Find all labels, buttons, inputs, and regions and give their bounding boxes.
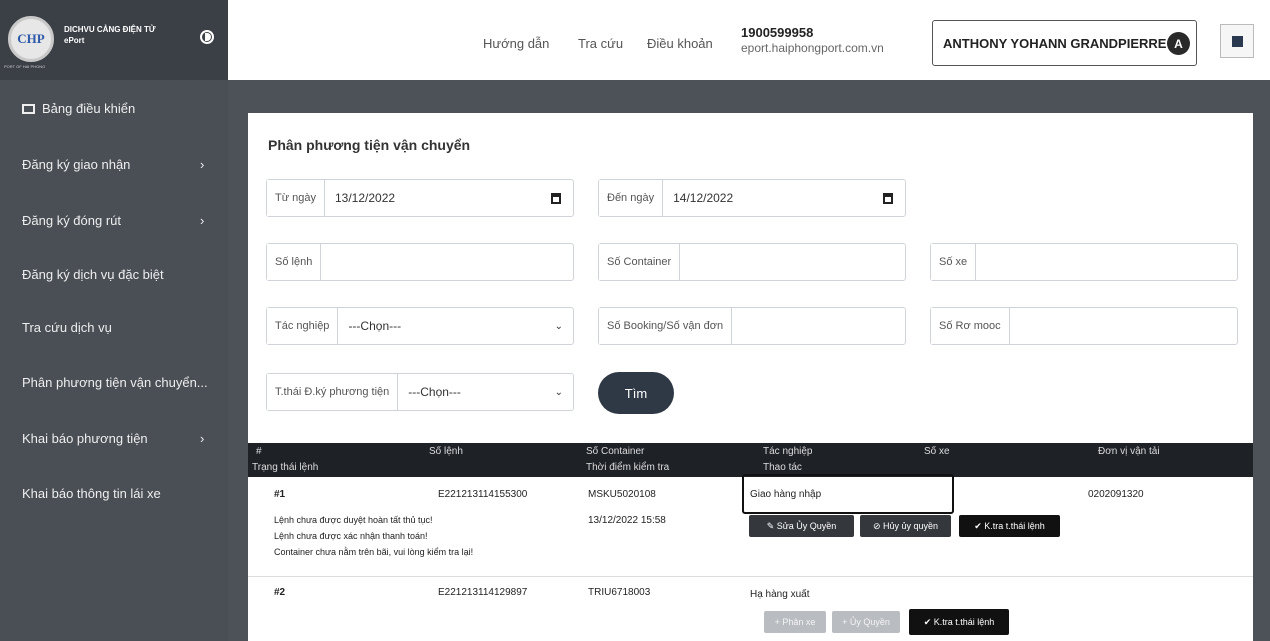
ro-mooc-input[interactable]: Số Rơ mooc [930, 307, 1238, 345]
chevron-down-icon: ⌄ [554, 387, 563, 398]
search-button[interactable]: Tìm [598, 372, 674, 414]
cancel-authorization-button[interactable]: ⊘ Hủy ủy quyền [860, 515, 951, 537]
to-date-field[interactable]: Đến ngày 14/12/2022 [598, 179, 906, 217]
brand-subtitle: PORT OF HAI PHONG [4, 64, 46, 69]
sidebar-item-dashboard[interactable]: Bảng điều khiển [22, 101, 135, 116]
status-message: Lệnh chưa được xác nhận thanh toán! [274, 531, 428, 541]
tac-nghiep-select[interactable]: Tác nghiệp ---Chọn--- ⌄ [266, 307, 574, 345]
status-message: Container chưa nằm trên bãi, vui lòng ki… [274, 547, 474, 557]
assign-vehicle-button[interactable]: + Phân xe [764, 611, 826, 633]
chevron-down-icon: ⌄ [554, 321, 563, 332]
row-divider [248, 576, 1253, 577]
sidebar-item-khai-bao-phuong-tien[interactable]: Khai báo phương tiện [22, 431, 148, 446]
user-menu[interactable]: ANTHONY YOHANN GRANDPIERRE A [932, 20, 1197, 66]
theme-toggle-icon[interactable] [200, 30, 214, 44]
so-lenh-input[interactable]: Số lệnh [266, 243, 574, 281]
brand-area: CHP DICHVU CẢNG ĐIỆN TỬ ePort PORT OF HA… [0, 0, 228, 80]
page-title: Phân phương tiện vận chuyển [268, 137, 471, 153]
nav-dieu-khoan[interactable]: Điều khoản [647, 36, 713, 51]
calendar-icon[interactable] [883, 193, 893, 204]
user-name: ANTHONY YOHANN GRANDPIERRE [943, 35, 1167, 51]
site-url: eport.haiphongport.com.vn [741, 41, 884, 55]
from-date-field[interactable]: Từ ngày 13/12/2022 [266, 179, 574, 217]
sidebar-item-khai-bao-lai-xe[interactable]: Khai báo thông tin lái xe [22, 486, 161, 501]
booking-input[interactable]: Số Booking/Số vận đơn [598, 307, 906, 345]
chevron-right-icon: › [200, 431, 205, 446]
top-header: CHP DICHVU CẢNG ĐIỆN TỬ ePort PORT OF HA… [0, 0, 1270, 80]
authorize-button[interactable]: + Ủy Quyền [832, 611, 900, 633]
sidebar-item-tra-cuu-dich-vu[interactable]: Tra cứu dịch vụ [22, 320, 112, 335]
brand-text: DICHVU CẢNG ĐIỆN TỬ ePort [64, 25, 156, 45]
monitor-icon [22, 104, 35, 114]
container-input[interactable]: Số Container [598, 243, 906, 281]
highlighted-actions [742, 474, 954, 514]
sidebar-item-phan-phuong-tien[interactable]: Phân phương tiện vận chuyển... [22, 375, 208, 390]
so-xe-input[interactable]: Số xe [930, 243, 1238, 281]
nav-huong-dan[interactable]: Hướng dẫn [483, 36, 549, 51]
calendar-icon[interactable] [551, 193, 561, 204]
sidebar-item-dang-ky-dong-rut[interactable]: Đăng ký đóng rút [22, 213, 121, 228]
main-panel: Phân phương tiện vận chuyển Từ ngày 13/1… [248, 113, 1253, 641]
logout-icon[interactable] [1220, 24, 1254, 58]
table-header: # Trạng thái lệnh Số lệnh Số Container T… [248, 443, 1253, 477]
edit-authorization-button[interactable]: ✎ Sửa Ủy Quyền [749, 515, 854, 537]
sidebar: Bảng điều khiển Đăng ký giao nhận › Đăng… [0, 80, 228, 641]
avatar: A [1167, 32, 1190, 55]
trang-thai-select[interactable]: T.thái Đ.ký phương tiện ---Chọn--- ⌄ [266, 373, 574, 411]
check-order-status-button[interactable]: ✔ K.tra t.thái lệnh [909, 609, 1009, 635]
chevron-right-icon: › [200, 213, 205, 228]
chevron-right-icon: › [200, 157, 205, 172]
sidebar-item-dang-ky-giao-nhan[interactable]: Đăng ký giao nhận [22, 157, 130, 172]
eport-logo[interactable]: CHP [8, 16, 54, 62]
status-message: Lệnh chưa được duyệt hoàn tất thủ tục! [274, 515, 433, 525]
check-order-status-button[interactable]: ✔ K.tra t.thái lệnh [959, 515, 1060, 537]
hotline-phone: 1900599958 [741, 25, 814, 40]
sidebar-item-dich-vu-dac-biet[interactable]: Đăng ký dịch vụ đặc biệt [22, 267, 164, 282]
nav-tra-cuu[interactable]: Tra cứu [578, 36, 623, 51]
